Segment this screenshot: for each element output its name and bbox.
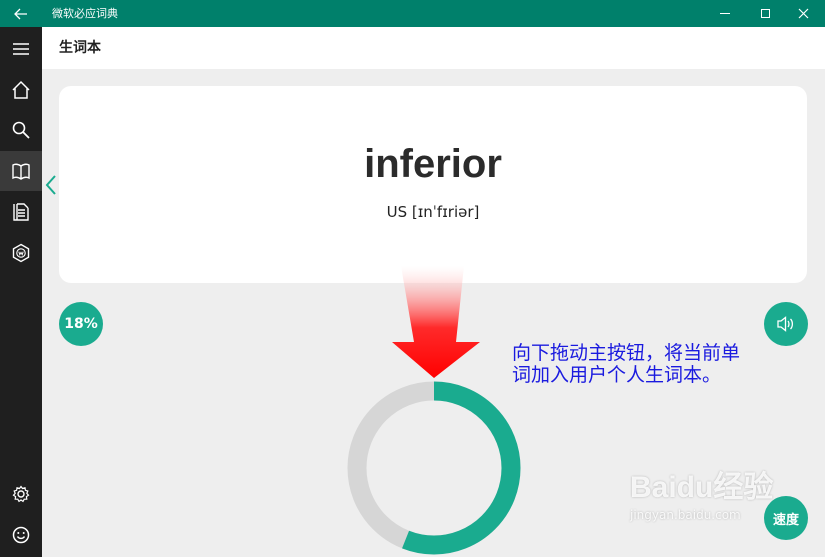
window-title: 微软必应词典: [52, 7, 118, 20]
hexagon-w-icon: [12, 243, 30, 263]
hamburger-icon: [13, 43, 29, 55]
maximize-button[interactable]: [748, 0, 782, 27]
speaker-icon: [777, 316, 794, 332]
sidebar-item-settings[interactable]: [0, 474, 42, 514]
watermark: Baidu经验 jingyan.baidu.com: [630, 462, 790, 542]
back-arrow-icon: [14, 8, 27, 19]
headword: inferior: [364, 142, 502, 186]
smiley-icon: [12, 526, 30, 544]
page-header: 生词本: [42, 27, 825, 69]
previous-word-chevron-icon[interactable]: [44, 174, 58, 196]
pronounce-button[interactable]: [764, 302, 808, 346]
sidebar-item-wordbook[interactable]: [0, 151, 42, 191]
progress-percent: 18%: [64, 316, 98, 332]
home-icon: [12, 80, 30, 99]
close-button[interactable]: [786, 0, 820, 27]
wordbook-icon: [13, 203, 29, 221]
progress-badge: 18%: [59, 302, 103, 346]
speed-button[interactable]: 速度: [764, 496, 808, 540]
search-icon: [12, 121, 30, 139]
main-drag-ring-button[interactable]: [346, 380, 522, 556]
phonetic: US [ɪnˈfɪriər]: [386, 203, 480, 221]
minimize-button[interactable]: [708, 0, 742, 27]
gear-icon: [12, 485, 30, 503]
annotation-arrow-icon: [392, 266, 480, 378]
title-bar: 微软必应词典: [0, 0, 825, 27]
sidebar: [0, 27, 42, 557]
speed-label: 速度: [772, 512, 799, 528]
annotation-text: 向下拖动主按钮，将当前单词加入用户个人生词本。: [512, 342, 741, 386]
sidebar-item-vocabulary[interactable]: [0, 192, 42, 232]
maximize-icon: [760, 9, 770, 18]
close-icon: [798, 8, 808, 19]
sidebar-item-feedback[interactable]: [0, 515, 42, 555]
sidebar-item-search[interactable]: [0, 110, 42, 150]
menu-button[interactable]: [0, 29, 42, 69]
back-button[interactable]: [0, 0, 42, 27]
sidebar-item-home[interactable]: [0, 70, 42, 110]
watermark-logo: Baidu经验: [630, 471, 774, 504]
minimize-icon: [720, 13, 730, 14]
page-title: 生词本: [59, 40, 101, 56]
sidebar-item-wordchallenge[interactable]: [0, 233, 42, 273]
book-icon: [12, 163, 30, 180]
word-card: inferior US [ɪnˈfɪriər]: [59, 86, 807, 283]
